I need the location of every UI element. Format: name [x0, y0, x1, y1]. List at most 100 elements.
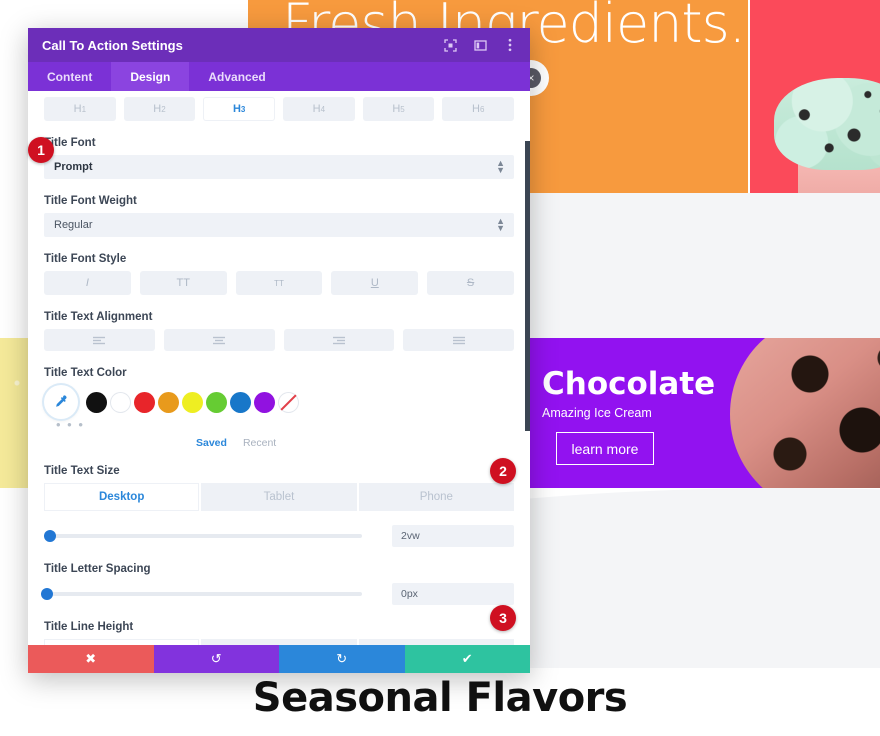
slider-thumb[interactable]	[41, 588, 54, 600]
align-justify-button[interactable]	[403, 329, 514, 351]
italic-button[interactable]: I	[44, 271, 131, 295]
swatch-yellow[interactable]	[182, 391, 203, 413]
title-font-weight-select[interactable]: Regular ▲ ▼	[44, 213, 514, 237]
tab-advanced[interactable]: Advanced	[189, 62, 284, 91]
heading-level-group: H1 H2 H3 H4 H5 H6	[44, 91, 515, 121]
modal-footer: ✖ ↺ ↻ ✔	[28, 645, 530, 673]
title-text-size-slider[interactable]	[44, 530, 362, 542]
underline-button[interactable]: U	[331, 271, 419, 295]
title-font-value: Prompt	[54, 161, 93, 173]
h4-sub: 4	[320, 104, 326, 114]
title-line-height-label: Title Line Height	[44, 621, 134, 633]
h5-sub: 5	[400, 104, 405, 114]
h6-label: H	[471, 103, 480, 115]
underline-icon: U	[370, 277, 379, 289]
align-justify-icon	[452, 336, 465, 344]
title-text-size-device-tabs: Desktop Tablet Phone	[44, 483, 514, 511]
modal-scrollbar[interactable]	[525, 91, 530, 645]
uppercase-icon: TT	[176, 277, 190, 289]
device-tab-phone[interactable]: Phone	[358, 639, 514, 645]
swatch-red[interactable]	[134, 391, 155, 413]
title-text-alignment-group	[44, 329, 514, 351]
align-center-button[interactable]	[163, 329, 275, 351]
seasonal-flavors-heading: Seasonal Flavors	[252, 675, 628, 721]
chevron-updown-icon: ▲ ▼	[496, 158, 505, 175]
strikethrough-icon: S	[466, 277, 475, 289]
device-tab-desktop[interactable]: Desktop	[44, 483, 202, 511]
heading-level-h4[interactable]: H4	[283, 97, 355, 121]
device-tab-tablet[interactable]: Tablet	[201, 483, 359, 511]
h1-sub: 1	[81, 104, 87, 114]
title-text-size-label: Title Text Size	[44, 465, 120, 477]
title-line-height-device-tabs: Desktop Tablet Phone	[44, 639, 514, 645]
discard-button[interactable]: ✖	[28, 645, 154, 673]
swatch-black[interactable]	[86, 391, 107, 413]
title-letter-spacing-value[interactable]: 0px	[392, 583, 514, 605]
h2-label: H	[153, 103, 162, 115]
heading-level-h5[interactable]: H5	[362, 97, 435, 121]
title-text-alignment-label: Title Text Alignment	[44, 311, 153, 323]
tab-design[interactable]: Design	[111, 62, 190, 91]
more-colors-icon[interactable]: • • •	[44, 417, 514, 432]
h4-label: H	[312, 103, 321, 115]
swatch-white[interactable]	[110, 391, 131, 413]
save-button[interactable]: ✔	[404, 645, 530, 673]
heading-level-h6[interactable]: H6	[442, 97, 515, 121]
strikethrough-button[interactable]: S	[427, 271, 514, 295]
h5-label: H	[392, 103, 401, 115]
more-options-icon[interactable]	[502, 37, 518, 53]
title-text-size-value[interactable]: 2vw	[392, 525, 514, 547]
uppercase-button[interactable]: TT	[139, 271, 227, 295]
device-tab-phone[interactable]: Phone	[358, 483, 514, 511]
title-font-select[interactable]: Prompt ▲ ▼	[44, 155, 514, 179]
title-text-size-slider-row: 2vw	[44, 525, 514, 547]
swatch-blue[interactable]	[230, 391, 251, 413]
learn-more-button[interactable]: learn more	[556, 432, 654, 465]
color-swatch-row	[44, 385, 514, 419]
align-right-button[interactable]	[283, 329, 395, 351]
align-center-icon	[213, 336, 226, 344]
swatch-orange[interactable]	[158, 391, 179, 413]
smallcaps-button[interactable]: TT	[235, 271, 323, 295]
modal-scrollbar-thumb[interactable]	[525, 141, 530, 431]
recent-colors-tab[interactable]: Recent	[243, 437, 276, 449]
mint-chip-scoop	[774, 78, 880, 170]
device-tab-desktop[interactable]: Desktop	[44, 639, 202, 645]
align-left-button[interactable]	[44, 329, 155, 351]
title-font-label: Title Font	[44, 137, 96, 149]
undo-button[interactable]: ↺	[153, 645, 279, 673]
step-badge-3: 3	[490, 605, 516, 631]
ice-cream-scoop-image	[768, 72, 880, 193]
h1-label: H	[73, 103, 82, 115]
swatch-none[interactable]	[278, 391, 299, 413]
fullscreen-icon[interactable]	[442, 37, 458, 53]
saved-colors-tab[interactable]: Saved	[196, 437, 227, 449]
layout-panel-icon[interactable]	[472, 37, 488, 53]
title-font-weight-label: Title Font Weight	[44, 195, 137, 207]
eyedropper-icon[interactable]	[44, 385, 78, 419]
heading-level-h2[interactable]: H2	[123, 97, 196, 121]
modal-titlebar[interactable]: Call To Action Settings	[28, 28, 530, 62]
swatch-purple[interactable]	[254, 391, 275, 413]
title-font-style-label: Title Font Style	[44, 253, 127, 265]
redo-button[interactable]: ↻	[279, 645, 405, 673]
titlebar-icon-group	[442, 37, 518, 53]
device-tab-tablet[interactable]: Tablet	[201, 639, 359, 645]
heading-level-h3[interactable]: H3	[203, 97, 276, 121]
title-font-weight-value: Regular	[54, 219, 93, 231]
align-left-icon	[93, 336, 106, 344]
h3-label: H	[232, 103, 241, 115]
h3-sub: 3	[240, 104, 246, 114]
screenshot-root: Fresh Ingredients. Mmm! 30+ Flavors Choc…	[0, 0, 880, 736]
chocolate-photo	[730, 338, 880, 488]
title-letter-spacing-slider[interactable]	[41, 588, 362, 600]
tab-content[interactable]: Content	[28, 62, 111, 91]
slider-thumb[interactable]	[44, 530, 57, 542]
chocolate-title: Chocolate	[542, 366, 716, 402]
swatch-green[interactable]	[206, 391, 227, 413]
modal-title: Call To Action Settings	[42, 37, 183, 53]
modal-body: H1 H2 H3 H4 H5 H6 Title Font Prompt ▲ ▼ T…	[28, 91, 530, 645]
h2-sub: 2	[161, 104, 166, 114]
heading-level-h1[interactable]: H1	[44, 97, 116, 121]
title-letter-spacing-label: Title Letter Spacing	[44, 563, 151, 575]
